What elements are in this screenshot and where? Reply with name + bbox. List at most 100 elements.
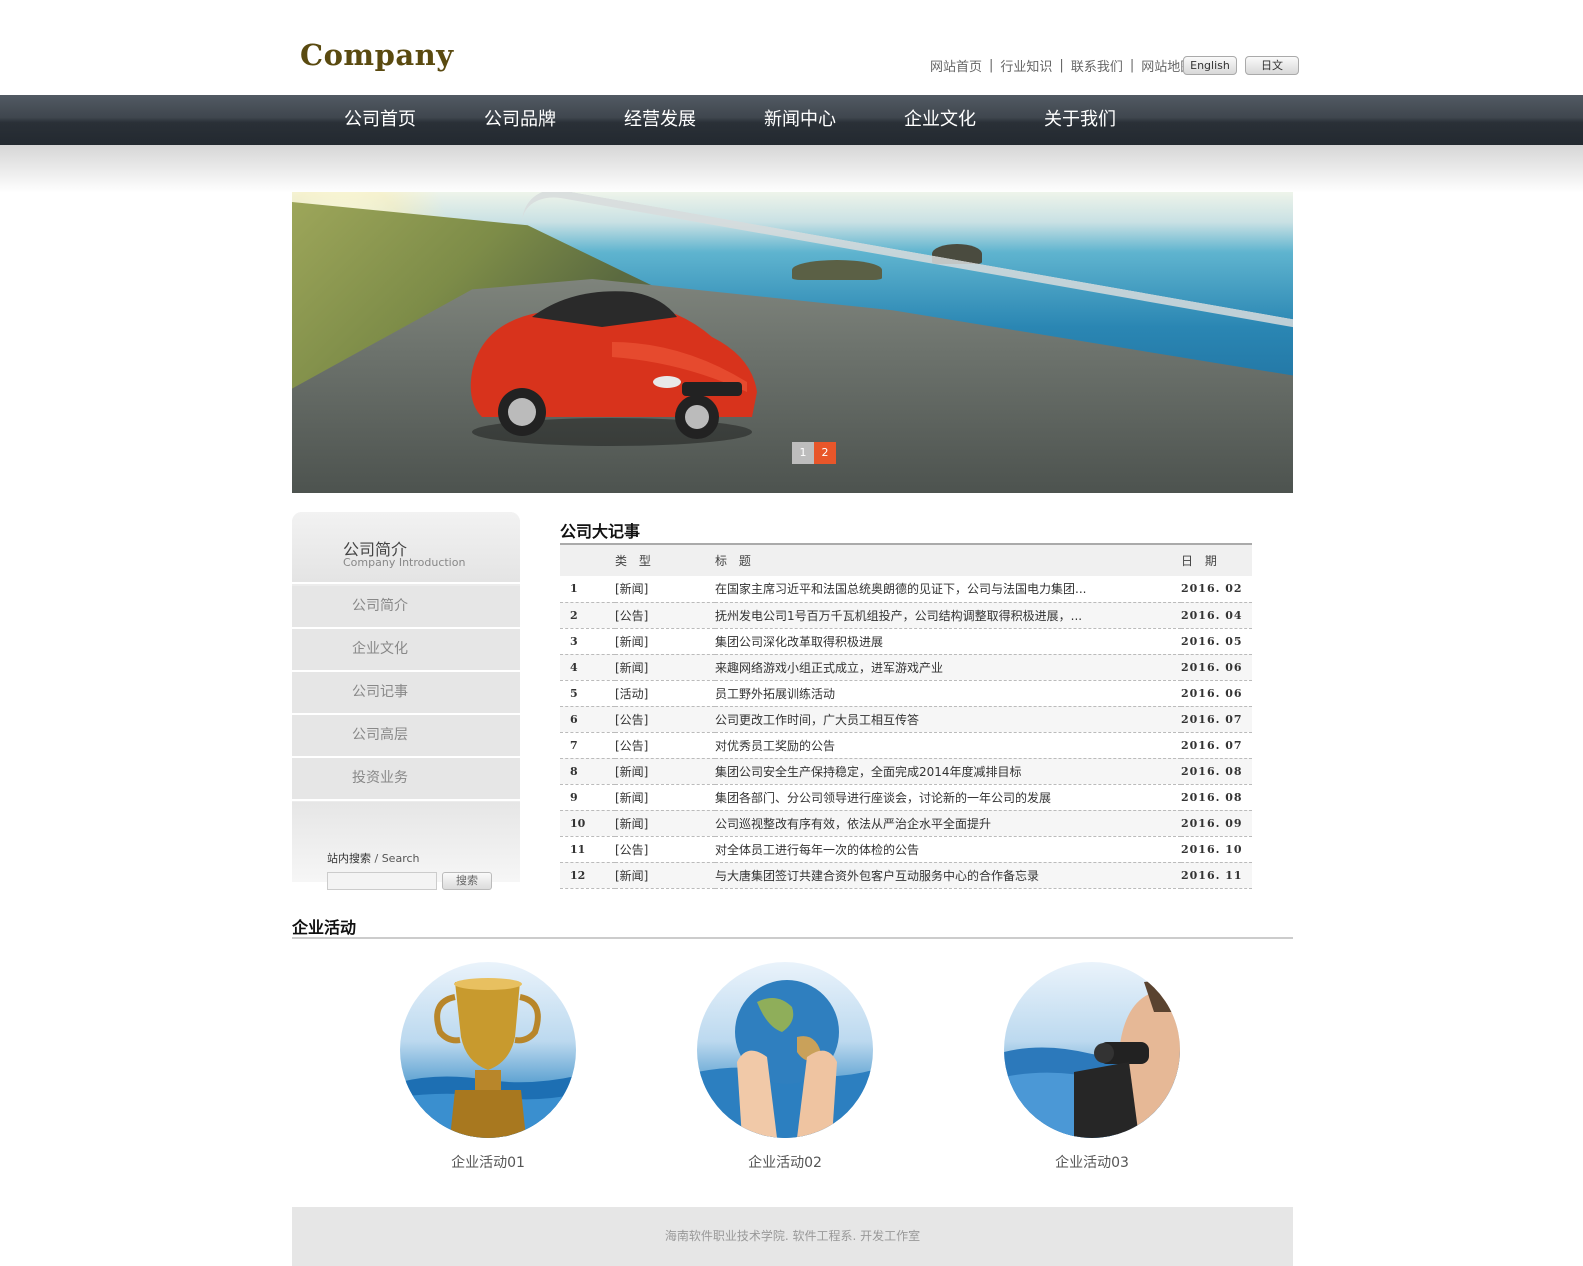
row-date: 2016. 10 xyxy=(1181,836,1252,863)
row-type: [新闻] xyxy=(615,784,715,811)
row-number: 7 xyxy=(560,732,615,759)
japanese-button[interactable]: 日文 xyxy=(1245,56,1299,75)
row-number: 10 xyxy=(560,810,615,837)
pager-dot-1[interactable]: 1 xyxy=(792,442,814,464)
row-type: [公告] xyxy=(615,732,715,759)
row-date: 2016. 07 xyxy=(1181,706,1252,733)
pager-dot-2[interactable]: 2 xyxy=(814,442,836,464)
row-date: 2016. 08 xyxy=(1181,758,1252,785)
sidebar-item-culture[interactable]: 企业文化 xyxy=(292,629,520,672)
nav-home[interactable]: 公司首页 xyxy=(310,95,450,145)
red-car-image xyxy=(470,291,757,446)
trophy-image[interactable] xyxy=(400,962,576,1138)
row-title[interactable]: 来趣网络游戏小组正式成立，进军游戏产业 xyxy=(715,654,1181,681)
row-number: 11 xyxy=(560,836,615,863)
header: Company 网站首页 | 行业知识 | 联系我们 | 网站地图 Englis… xyxy=(0,0,1583,95)
row-type: [新闻] xyxy=(615,862,715,889)
row-title[interactable]: 与大唐集团签订共建合资外包客户互动服务中心的合作备忘录 xyxy=(715,862,1181,889)
sidebar-menu: 公司简介 企业文化 公司记事 公司高层 投资业务 xyxy=(292,586,520,801)
row-number: 9 xyxy=(560,784,615,811)
row-number: 4 xyxy=(560,654,615,681)
col-type: 类 型 xyxy=(615,554,655,568)
table-row[interactable]: 2 [公告] 抚州发电公司1号百万千瓦机组投产，公司结构调整取得积极进展，... 20… xyxy=(560,602,1252,629)
row-type: [公告] xyxy=(615,836,715,863)
top-links: 网站首页 | 行业知识 | 联系我们 | 网站地图 xyxy=(930,56,1193,75)
table-row[interactable]: 11 [公告] 对全体员工进行每年一次的体检的公告 2016. 10 xyxy=(560,836,1252,863)
language-switcher: English 日文 xyxy=(1183,56,1299,75)
table-row[interactable]: 4 [新闻] 来趣网络游戏小组正式成立，进军游戏产业 2016. 06 xyxy=(560,654,1252,681)
search-input[interactable] xyxy=(327,872,437,890)
top-link-industry[interactable]: 行业知识 xyxy=(1000,56,1052,75)
table-row[interactable]: 6 [公告] 公司更改工作时间，广大员工相互传答 2016. 07 xyxy=(560,706,1252,733)
col-date: 日 期 xyxy=(1181,554,1221,568)
top-link-home[interactable]: 网站首页 xyxy=(930,56,982,75)
table-row[interactable]: 3 [新闻] 集团公司深化改革取得积极进展 2016. 05 xyxy=(560,628,1252,655)
search-button[interactable]: 搜索 xyxy=(442,872,492,890)
row-title[interactable]: 员工野外拓展训练活动 xyxy=(715,680,1181,707)
row-title[interactable]: 集团公司安全生产保持稳定，全面完成2014年度减排目标 xyxy=(715,758,1181,785)
row-title[interactable]: 对全体员工进行每年一次的体检的公告 xyxy=(715,836,1181,863)
sidebar-subtitle: Company Introduction xyxy=(343,556,466,569)
nav-about[interactable]: 关于我们 xyxy=(1010,95,1150,145)
activity-card-1[interactable]: 企业活动01 xyxy=(400,962,576,1172)
activity-label-1: 企业活动01 xyxy=(451,1155,525,1171)
col-num xyxy=(560,544,615,576)
globe-hands-image[interactable] xyxy=(697,962,873,1138)
table-row[interactable]: 9 [新闻] 集团各部门、分公司领导进行座谈会，讨论新的一年公司的发展 2016. 0… xyxy=(560,784,1252,811)
top-link-contact[interactable]: 联系我们 xyxy=(1071,56,1123,75)
row-number: 2 xyxy=(560,602,615,629)
banner-slider[interactable]: 1 2 xyxy=(292,192,1293,493)
table-row[interactable]: 10 [新闻] 公司巡视整改有序有效，依法从严治企水平全面提升 2016. 09 xyxy=(560,810,1252,837)
events-title: 公司大记事 xyxy=(560,522,641,541)
row-number: 12 xyxy=(560,862,615,889)
table-row[interactable]: 8 [新闻] 集团公司安全生产保持稳定，全面完成2014年度减排目标 2016. 08 xyxy=(560,758,1252,785)
search-label-cn: 站内搜索 xyxy=(327,852,371,865)
row-title[interactable]: 公司巡视整改有序有效，依法从严治企水平全面提升 xyxy=(715,810,1181,837)
row-date: 2016. 09 xyxy=(1181,810,1252,837)
events-table: 类 型 标 题 日 期 1 [新闻] 在国家主席习近平和法国总统奥朗德的见证下，公司… xyxy=(560,543,1252,889)
footer-text: 海南软件职业技术学院. 软件工程系. 开发工作室 xyxy=(664,1229,921,1243)
activities-title: 企业活动 xyxy=(292,918,357,937)
row-type: [新闻] xyxy=(615,576,715,603)
row-type: [公告] xyxy=(615,602,715,629)
activity-label-3: 企业活动03 xyxy=(1055,1155,1129,1171)
row-number: 8 xyxy=(560,758,615,785)
nav-brand[interactable]: 公司品牌 xyxy=(450,95,590,145)
sidebar-item-investment[interactable]: 投资业务 xyxy=(292,758,520,801)
table-header: 类 型 标 题 日 期 xyxy=(560,544,1252,576)
row-type: [新闻] xyxy=(615,810,715,837)
row-date: 2016. 02 xyxy=(1181,576,1252,603)
nav-shadow xyxy=(0,145,1583,193)
english-button[interactable]: English xyxy=(1183,56,1237,75)
table-row[interactable]: 7 [公告] 对优秀员工奖励的公告 2016. 07 xyxy=(560,732,1252,759)
table-row[interactable]: 1 [新闻] 在国家主席习近平和法国总统奥朗德的见证下，公司与法国电力集团... 20… xyxy=(560,576,1252,603)
main-nav: 公司首页 公司品牌 经营发展 新闻中心 企业文化 关于我们 xyxy=(0,95,1583,145)
binoculars-image[interactable] xyxy=(1004,962,1180,1138)
activity-card-3[interactable]: 企业活动03 xyxy=(1004,962,1180,1172)
sidebar-item-records[interactable]: 公司记事 xyxy=(292,672,520,715)
sidebar-item-executives[interactable]: 公司高层 xyxy=(292,715,520,758)
company-logo[interactable]: Company xyxy=(300,38,454,72)
nav-culture[interactable]: 企业文化 xyxy=(870,95,1010,145)
row-date: 2016. 05 xyxy=(1181,628,1252,655)
sidebar: 公司简介 Company Introduction 公司简介 企业文化 公司记事… xyxy=(292,512,520,890)
row-title[interactable]: 集团公司深化改革取得积极进展 xyxy=(715,628,1181,655)
table-row[interactable]: 12 [新闻] 与大唐集团签订共建合资外包客户互动服务中心的合作备忘录 2016. 1… xyxy=(560,862,1252,889)
sidebar-header: 公司简介 Company Introduction xyxy=(292,512,520,584)
row-title[interactable]: 抚州发电公司1号百万千瓦机组投产，公司结构调整取得积极进展，... xyxy=(715,602,1181,629)
nav-development[interactable]: 经营发展 xyxy=(590,95,730,145)
activity-card-2[interactable]: 企业活动02 xyxy=(697,962,873,1172)
nav-news[interactable]: 新闻中心 xyxy=(730,95,870,145)
sidebar-item-intro[interactable]: 公司简介 xyxy=(292,586,520,629)
table-row[interactable]: 5 [活动] 员工野外拓展训练活动 2016. 06 xyxy=(560,680,1252,707)
row-title[interactable]: 在国家主席习近平和法国总统奥朗德的见证下，公司与法国电力集团... xyxy=(715,576,1181,603)
row-title[interactable]: 对优秀员工奖励的公告 xyxy=(715,732,1181,759)
banner-pager: 1 2 xyxy=(792,442,836,464)
row-title[interactable]: 公司更改工作时间，广大员工相互传答 xyxy=(715,706,1181,733)
search-label-en: / Search xyxy=(374,852,420,865)
row-title[interactable]: 集团各部门、分公司领导进行座谈会，讨论新的一年公司的发展 xyxy=(715,784,1181,811)
row-date: 2016. 11 xyxy=(1181,862,1252,889)
row-number: 1 xyxy=(560,576,615,603)
row-type: [新闻] xyxy=(615,654,715,681)
row-type: [公告] xyxy=(615,706,715,733)
